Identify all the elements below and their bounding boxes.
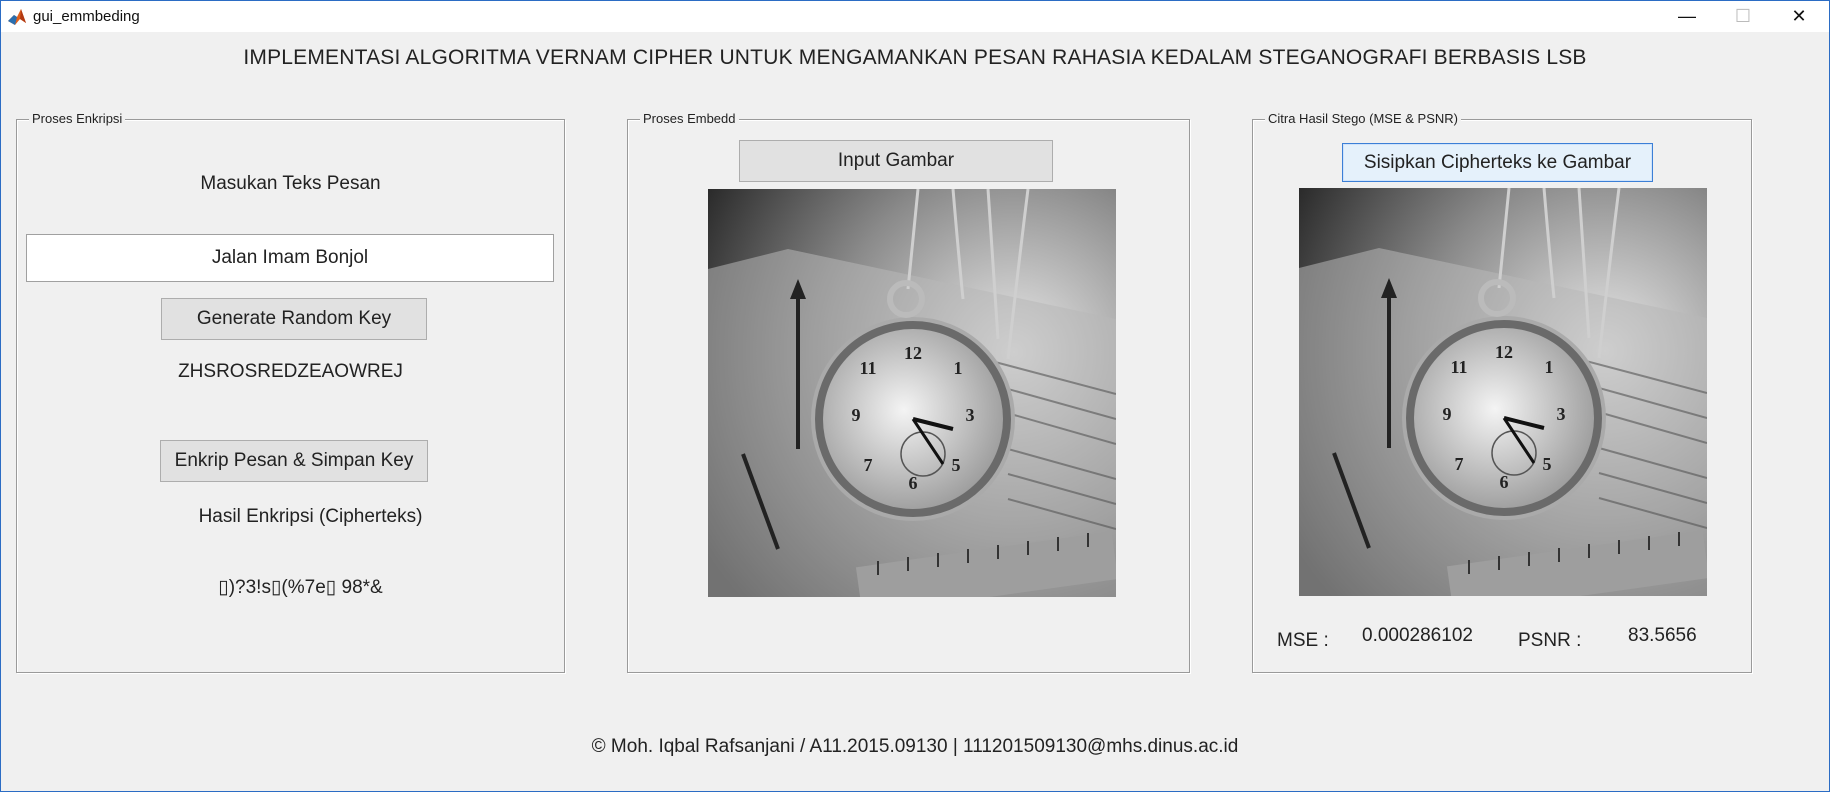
panel-embedd-title: Proses Embedd — [640, 111, 739, 126]
ciphertext-text: ▯)?3!s▯(%7e▯ 98*& — [218, 577, 383, 598]
pocket-watch-image: 12 1 3 5 6 7 9 11 — [708, 189, 1116, 597]
svg-text:7: 7 — [1455, 454, 1464, 474]
message-input[interactable] — [26, 234, 554, 282]
close-button[interactable]: ✕ — [1771, 1, 1827, 32]
footer-credits: © Moh. Iqbal Rafsanjani / A11.2015.09130… — [591, 736, 1239, 757]
svg-text:1: 1 — [954, 358, 963, 378]
encrypt-and-save-key-button[interactable]: Enkrip Pesan & Simpan Key — [160, 440, 428, 482]
panel-enkripsi-title: Proses Enkripsi — [29, 111, 126, 126]
main-title: IMPLEMENTASI ALGORITMA VERNAM CIPHER UNT… — [243, 46, 1587, 69]
window-title: gui_emmbeding — [33, 8, 140, 25]
ciphertext-result-label: Hasil Enkripsi (Cipherteks) — [198, 506, 423, 527]
svg-text:12: 12 — [904, 343, 922, 363]
psnr-label: PSNR : — [1518, 630, 1582, 651]
svg-text:9: 9 — [1443, 404, 1452, 424]
input-image-button[interactable]: Input Gambar — [739, 140, 1053, 182]
svg-text:11: 11 — [859, 358, 876, 378]
svg-text:5: 5 — [1543, 454, 1552, 474]
svg-text:12: 12 — [1495, 342, 1513, 362]
stego-image: 12 1 3 5 6 7 9 11 — [1299, 188, 1707, 596]
panel-stego-title: Citra Hasil Stego (MSE & PSNR) — [1265, 111, 1461, 126]
svg-text:7: 7 — [864, 455, 873, 475]
svg-text:6: 6 — [909, 473, 918, 493]
minimize-icon: — — [1678, 6, 1696, 26]
minimize-button[interactable]: — — [1659, 1, 1715, 32]
mse-value: 0.000286102 — [1362, 625, 1473, 646]
title-bar[interactable]: gui_emmbeding — ☐ ✕ — [1, 1, 1829, 32]
mse-label: MSE : — [1277, 630, 1329, 651]
random-key-text: ZHSROSREDZEAOWREJ — [178, 361, 403, 382]
svg-text:3: 3 — [1557, 404, 1566, 424]
svg-text:9: 9 — [852, 405, 861, 425]
svg-text:11: 11 — [1450, 357, 1467, 377]
cover-image: 12 1 3 5 6 7 9 11 — [708, 189, 1116, 597]
psnr-value: 83.5656 — [1628, 625, 1697, 646]
panel-stego: Citra Hasil Stego (MSE & PSNR) Sisipkan … — [1252, 111, 1752, 673]
svg-text:5: 5 — [952, 455, 961, 475]
panel-enkripsi: Proses Enkripsi Masukan Teks Pesan Gener… — [16, 111, 565, 673]
svg-text:3: 3 — [966, 405, 975, 425]
close-icon: ✕ — [1791, 6, 1807, 26]
maximize-button[interactable]: ☐ — [1715, 1, 1771, 32]
maximize-icon: ☐ — [1734, 6, 1752, 26]
panel-embedd: Proses Embedd Input Gambar 12 1 3 5 6 7 … — [627, 111, 1190, 673]
message-label: Masukan Teks Pesan — [200, 173, 381, 194]
svg-text:6: 6 — [1500, 472, 1509, 492]
matlab-icon — [8, 9, 26, 25]
pocket-watch-image: 12 1 3 5 6 7 9 11 — [1299, 188, 1707, 596]
embed-ciphertext-button[interactable]: Sisipkan Cipherteks ke Gambar — [1342, 143, 1653, 182]
generate-random-key-button[interactable]: Generate Random Key — [161, 298, 427, 340]
svg-text:1: 1 — [1545, 357, 1554, 377]
